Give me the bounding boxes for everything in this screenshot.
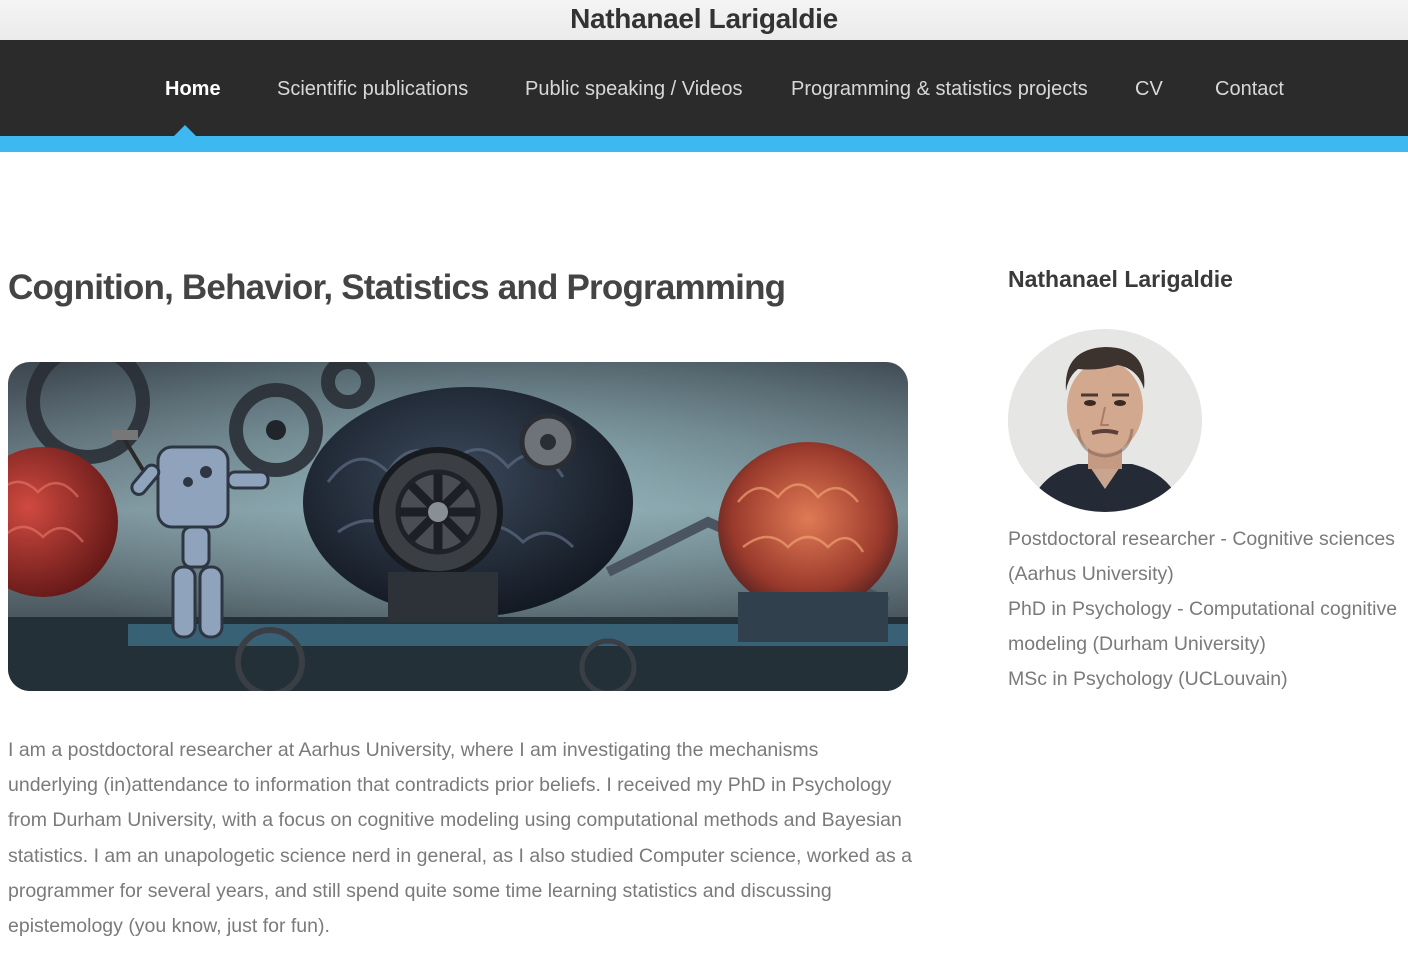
nav-contact[interactable]: Contact (1215, 40, 1284, 136)
main-navigation: Home Scientific publications Public spea… (0, 40, 1408, 136)
active-nav-indicator (174, 125, 196, 136)
page-heading: Cognition, Behavior, Statistics and Prog… (8, 268, 786, 307)
profile-avatar (1008, 329, 1202, 512)
nav-public-speaking[interactable]: Public speaking / Videos (525, 40, 743, 136)
accent-strip (0, 136, 1408, 152)
intro-paragraph: I am a postdoctoral researcher at Aarhus… (8, 739, 912, 938)
credentials-list: Postdoctoral researcher - Cognitive scie… (1008, 522, 1408, 697)
sidebar-name: Nathanael Larigaldie (1008, 266, 1233, 292)
nav-programming-projects[interactable]: Programming & statistics projects (791, 40, 1088, 136)
credential-item: PhD in Psychology - Computational cognit… (1008, 598, 1398, 655)
site-header: Nathanael Larigaldie (0, 0, 1408, 40)
hero-illustration (8, 362, 908, 691)
nav-scientific-publications[interactable]: Scientific publications (277, 40, 468, 136)
nav-cv[interactable]: CV (1135, 40, 1163, 136)
credential-item: MSc in Psychology (UCLouvain) (1008, 668, 1288, 690)
nav-home[interactable]: Home (165, 40, 221, 136)
credential-item: Postdoctoral researcher - Cognitive scie… (1008, 528, 1395, 585)
site-title[interactable]: Nathanael Larigaldie (570, 0, 838, 38)
